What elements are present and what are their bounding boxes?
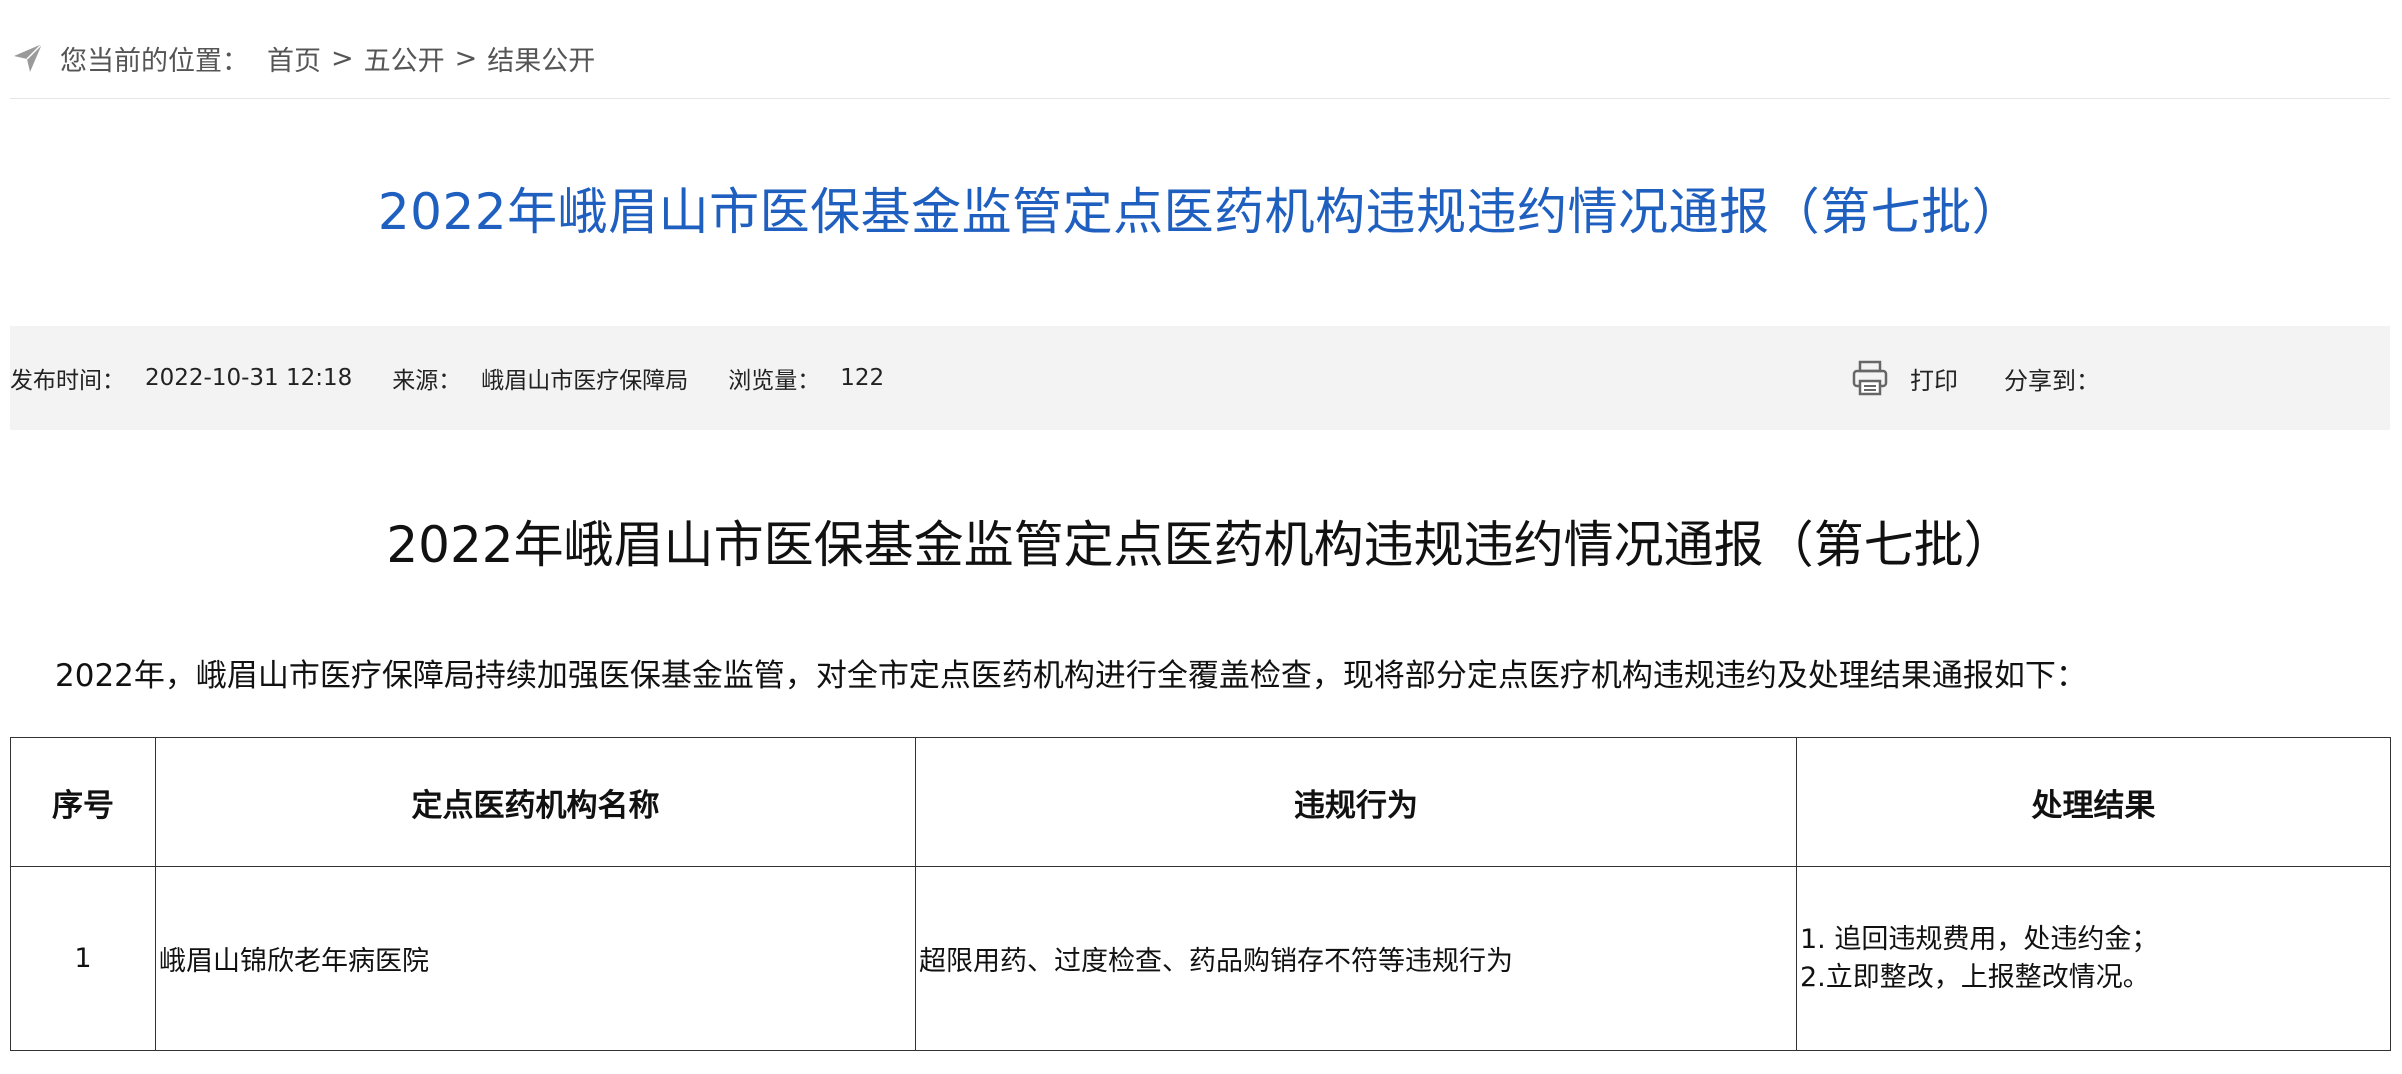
- breadcrumb-five-public-link[interactable]: 五公开: [364, 39, 445, 78]
- views-label: 浏览量：: [728, 368, 821, 394]
- article-title: 2022年峨眉山市医保基金监管定点医药机构违规违约情况通报（第七批）: [386, 516, 2014, 574]
- breadcrumb-results-link[interactable]: 结果公开: [487, 39, 595, 78]
- row-index: 1: [10, 866, 156, 1051]
- breadcrumb-separator: >: [331, 42, 354, 74]
- breadcrumb: 您当前的位置： 首页 > 五公开 > 结果公开: [10, 30, 595, 86]
- breadcrumb-home-link[interactable]: 首页: [267, 39, 321, 78]
- breadcrumb-label: 您当前的位置：: [60, 45, 249, 77]
- views-value: 122: [840, 365, 885, 391]
- table-row: 1 峨眉山锦欣老年病医院 超限用药、过度检查、药品购销存不符等违规行为 1. 追…: [10, 866, 2391, 1051]
- row-result: 1. 追回违规费用，处违约金； 2.立即整改，上报整改情况。: [1796, 866, 2391, 1051]
- breadcrumb-separator: >: [454, 42, 478, 74]
- meta-info: 发布时间： 2022-10-31 12:18 来源： 峨眉山市医疗保障局 浏览量…: [10, 361, 924, 395]
- publish-time-label: 发布时间：: [10, 368, 125, 394]
- print-button[interactable]: 打印: [1850, 358, 1958, 398]
- meta-actions: 打印 分享到：: [1850, 326, 2100, 430]
- page-title: 2022年峨眉山市医保基金监管定点医药机构违规违约情况通报（第七批）: [377, 183, 2023, 241]
- breadcrumb-divider: [10, 98, 2390, 99]
- result-line-1: 1. 追回违规费用，处违约金；: [1800, 923, 2159, 955]
- location-arrow-icon: [10, 40, 46, 76]
- results-table: 序号 定点医药机构名称 违规行为 处理结果 1 峨眉山锦欣老年病医院 超限用药、…: [10, 737, 2391, 1051]
- article-intro: 2022年，峨眉山市医疗保障局持续加强医保基金监管，对全市定点医药机构进行全覆盖…: [55, 658, 2087, 694]
- header-result: 处理结果: [1796, 737, 2391, 867]
- source-value: 峨眉山市医疗保障局: [481, 368, 689, 394]
- article-meta-bar: 发布时间： 2022-10-31 12:18 来源： 峨眉山市医疗保障局 浏览量…: [10, 326, 2390, 430]
- printer-icon: [1850, 358, 1890, 398]
- row-institution-name: 峨眉山锦欣老年病医院: [155, 866, 916, 1051]
- table-header-row: 序号 定点医药机构名称 违规行为 处理结果: [10, 737, 2391, 867]
- print-label: 打印: [1910, 366, 1958, 395]
- header-institution-name: 定点医药机构名称: [155, 737, 916, 867]
- publish-time-value: 2022-10-31 12:18: [145, 365, 353, 391]
- source-label: 来源：: [392, 368, 462, 394]
- header-index: 序号: [10, 737, 156, 867]
- share-label: 分享到：: [2004, 366, 2100, 395]
- result-line-2: 2.立即整改，上报整改情况。: [1800, 961, 2150, 993]
- header-violation: 违规行为: [915, 737, 1797, 867]
- row-violation: 超限用药、过度检查、药品购销存不符等违规行为: [915, 866, 1797, 1051]
